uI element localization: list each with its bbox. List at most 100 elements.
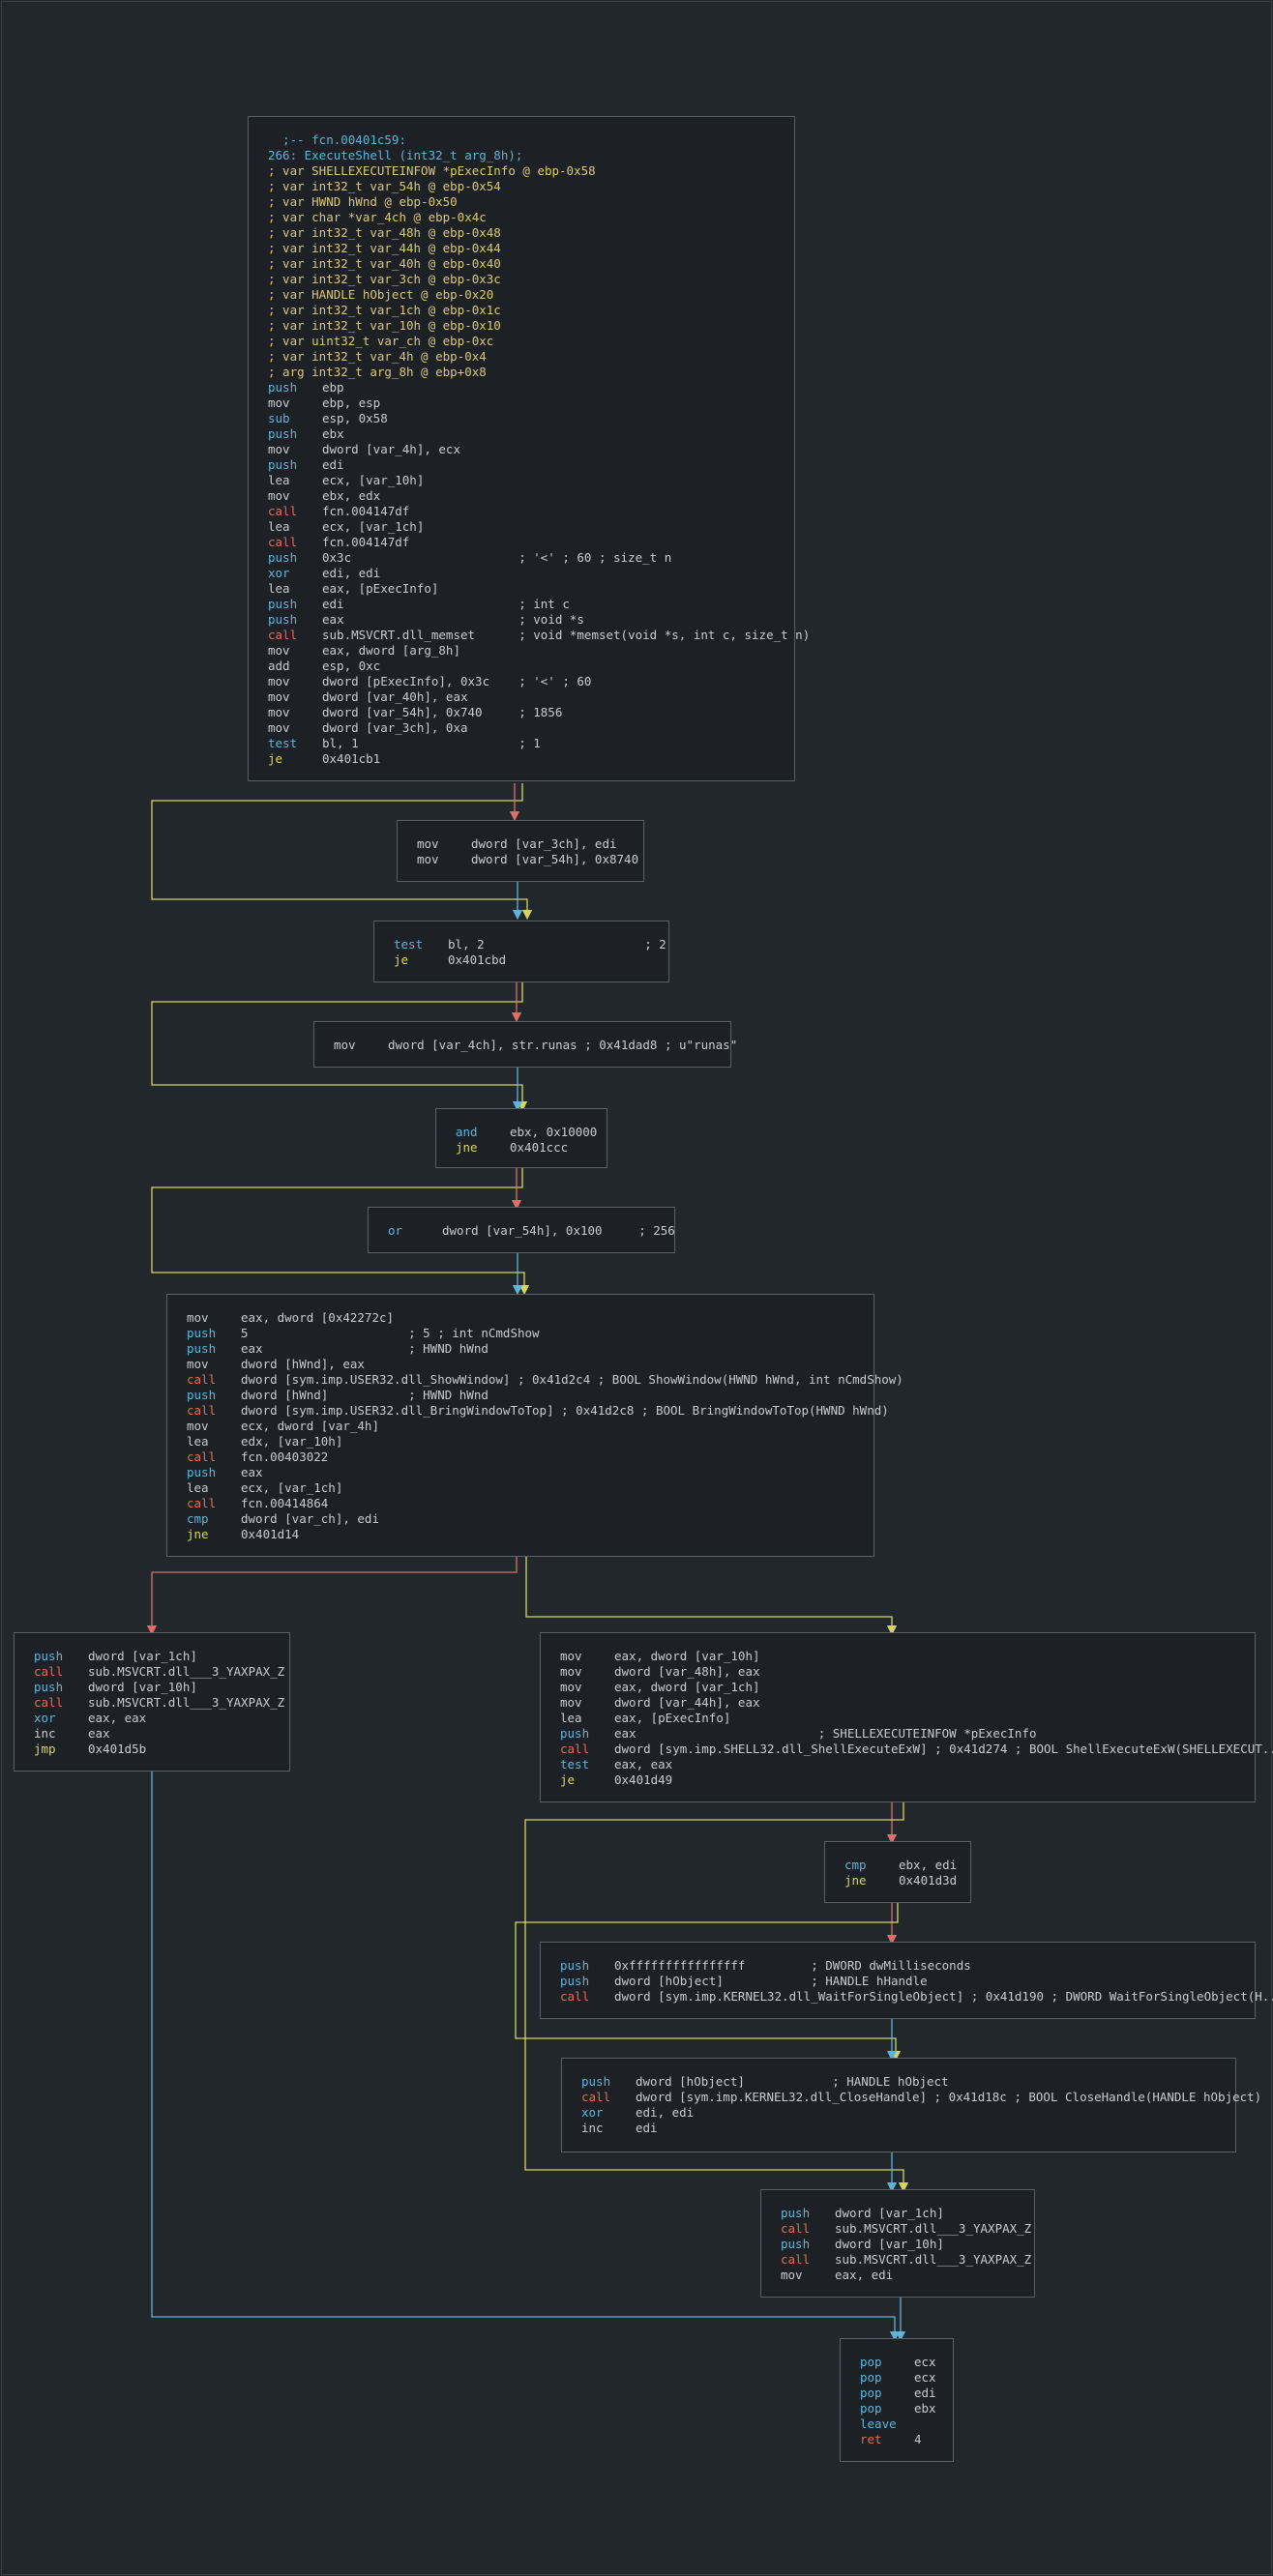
instruction-operands: bl, 2 ; 2 (448, 937, 666, 951)
instruction-mnemonic: jne (456, 1140, 478, 1155)
instruction-mnemonic: ret (860, 2432, 882, 2446)
instruction-line: call sub.MSVCRT.dll_memset ; void *memset… (268, 628, 810, 643)
instruction-mnemonic: and (456, 1125, 478, 1139)
instruction-operands: ecx (914, 2370, 936, 2385)
instruction-operands: dword [var_4h], ecx (322, 442, 460, 456)
instruction-mnemonic: mov (268, 689, 290, 704)
instruction-operands: 0x401cb1 (322, 751, 381, 766)
instruction-line: inc edi (581, 2121, 1216, 2136)
instruction-operands: 0x401d3d (899, 1873, 958, 1888)
instruction-line: call sub.MSVCRT.dll___3_YAXPAX_Z (34, 1664, 284, 1680)
instruction-mnemonic: test (560, 1757, 590, 1771)
instruction-line: push dword [hObject] ; HANDLE hHandle (560, 1974, 1235, 1989)
instruction-mnemonic: je (394, 952, 409, 967)
instruction-operands: esp, 0xc (322, 659, 381, 673)
block-header-line: ; var char *var_4ch @ ebp-0x4c (268, 210, 487, 224)
basic-block-1[interactable]: mov dword [var_3ch], edi mov dword [var_54h… (397, 820, 644, 882)
instruction-line: mov dword [var_54h], 0x740 ; 1856 (268, 705, 775, 720)
instruction-mnemonic: mov (560, 1649, 582, 1663)
instruction-mnemonic: call (560, 1742, 590, 1756)
instruction-line: mov eax, dword [var_1ch] (560, 1680, 1235, 1695)
basic-block-11[interactable]: push dword [hObject] ; HANDLE hObject call… (561, 2058, 1261, 2152)
instruction-mnemonic: inc (581, 2121, 604, 2135)
instruction-mnemonic: mov (781, 2268, 803, 2282)
block-header-line: ; var SHELLEXECUTEINFOW *pExecInfo @ ebp… (268, 163, 596, 178)
instruction-operands: 0x401d5b (88, 1742, 147, 1756)
instruction-operands: 0x401d14 (241, 1527, 300, 1541)
instruction-line: push dword [var_1ch] (781, 2206, 1015, 2221)
instruction-mnemonic: push (560, 1974, 590, 1988)
edge-b6-b8 (525, 1557, 898, 1636)
instruction-mnemonic: mov (560, 1664, 582, 1679)
instruction-mnemonic: jmp (34, 1742, 56, 1756)
instruction-mnemonic: pop (860, 2401, 882, 2415)
instruction-line: mov dword [var_44h], eax (560, 1695, 1235, 1711)
instruction-mnemonic: mov (187, 1310, 209, 1325)
instruction-line: leave (860, 2416, 933, 2432)
instruction-mnemonic: leave (860, 2416, 897, 2431)
instruction-operands: eax, [pExecInfo] (322, 581, 439, 596)
basic-block-10[interactable]: push 0xffffffffffffffff ; DWORD dwMillise… (540, 1942, 1273, 2019)
instruction-mnemonic: call (268, 535, 298, 549)
instruction-line: call dword [sym.imp.USER32.dll_BringWindo… (187, 1403, 889, 1419)
basic-block-7[interactable]: push dword [var_1ch] call sub.MSVCRT.dll___… (14, 1632, 290, 1771)
instruction-mnemonic: mov (187, 1357, 209, 1371)
instruction-mnemonic: push (34, 1649, 64, 1663)
instruction-line: mov eax, dword [0x42272c] (187, 1310, 854, 1326)
instruction-mnemonic: push (187, 1465, 217, 1479)
instruction-line: test bl, 2 ; 2 (394, 937, 666, 952)
instruction-operands: dword [sym.imp.USER32.dll_ShowWindow] ; … (241, 1372, 903, 1387)
instruction-line: call dword [sym.imp.KERNEL32.dll_CloseHan… (581, 2090, 1261, 2105)
instruction-line: or dword [var_54h], 0x100 ; 256 (388, 1223, 675, 1239)
instruction-mnemonic: mov (187, 1419, 209, 1433)
basic-block-2[interactable]: test bl, 2 ; 2 je 0x401cbd (373, 921, 669, 982)
instruction-line: cmp ebx, edi (844, 1858, 957, 1873)
instruction-mnemonic: push (268, 380, 298, 395)
instruction-mnemonic: push (781, 2206, 811, 2220)
basic-block-9[interactable]: cmp ebx, edi jne 0x401d3d (824, 1841, 971, 1903)
basic-block-3[interactable]: mov dword [var_4ch], str.runas ; 0x41dad8… (313, 1021, 737, 1068)
instruction-operands: 5 ; 5 ; int nCmdShow (241, 1326, 540, 1340)
instruction-line: mov dword [var_3ch], edi (417, 836, 624, 852)
block-header-line: ; var int32_t var_48h @ ebp-0x48 (268, 225, 501, 240)
instruction-operands: 4 (914, 2432, 922, 2446)
instruction-mnemonic: lea (560, 1711, 582, 1725)
block-header-line: 266: ExecuteShell (int32_t arg_8h); (268, 148, 523, 162)
instruction-line: mov ebx, edx (268, 488, 775, 504)
instruction-mnemonic: call (268, 628, 298, 642)
instruction-mnemonic: mov (268, 643, 290, 658)
instruction-operands: dword [var_3ch], edi (471, 836, 617, 851)
instruction-line: sub esp, 0x58 (268, 411, 775, 426)
instruction-operands: dword [var_ch], edi (241, 1511, 379, 1526)
basic-block-12[interactable]: push dword [var_1ch] call sub.MSVCRT.dll___… (760, 2189, 1035, 2298)
instruction-operands: 0x401ccc (510, 1140, 569, 1155)
instruction-operands: eax (241, 1465, 263, 1479)
instruction-mnemonic: call (187, 1372, 217, 1387)
instruction-operands: edi, edi (322, 566, 381, 580)
instruction-line: add esp, 0xc (268, 659, 775, 674)
instruction-mnemonic: call (781, 2221, 811, 2236)
instruction-line: push edi ; int c (268, 597, 775, 612)
instruction-line: je 0x401cb1 (268, 751, 775, 767)
basic-block-fcn-00401c59[interactable]: ;-- fcn.00401c59: 266: ExecuteShell (int3… (248, 116, 810, 781)
instruction-mnemonic: push (268, 550, 298, 565)
basic-block-6[interactable]: mov eax, dword [0x42272c] push 5 ; 5 ; int … (166, 1294, 903, 1557)
instruction-line: test eax, eax (560, 1757, 1235, 1772)
instruction-line: lea edx, [var_10h] (187, 1434, 854, 1449)
basic-block-8[interactable]: mov eax, dword [var_10h] mov dword [var_48h… (540, 1632, 1273, 1802)
instruction-line: cmp dword [var_ch], edi (187, 1511, 854, 1527)
instruction-operands: 0x3c ; '<' ; 60 ; size_t n (322, 550, 672, 565)
instruction-line: push dword [var_10h] (34, 1680, 270, 1695)
instruction-line: test bl, 1 ; 1 (268, 736, 775, 751)
basic-block-4[interactable]: and ebx, 0x10000 jne 0x401ccc (435, 1108, 607, 1168)
instruction-line: xor edi, edi (581, 2105, 1216, 2121)
instruction-operands: dword [hObject] ; HANDLE hObject (636, 2074, 949, 2089)
instruction-line: call dword [sym.imp.SHELL32.dll_ShellExec… (560, 1742, 1273, 1757)
instruction-operands: edi (914, 2386, 936, 2400)
instruction-mnemonic: push (268, 426, 298, 441)
instruction-mnemonic: call (34, 1664, 64, 1679)
basic-block-13[interactable]: pop ecx pop ecx pop edi pop ebx leave ret 4 (840, 2338, 954, 2462)
instruction-operands: eax (88, 1726, 110, 1741)
block-header-line: ; var int32_t var_10h @ ebp-0x10 (268, 318, 501, 333)
basic-block-5[interactable]: or dword [var_54h], 0x100 ; 256 (368, 1207, 675, 1253)
